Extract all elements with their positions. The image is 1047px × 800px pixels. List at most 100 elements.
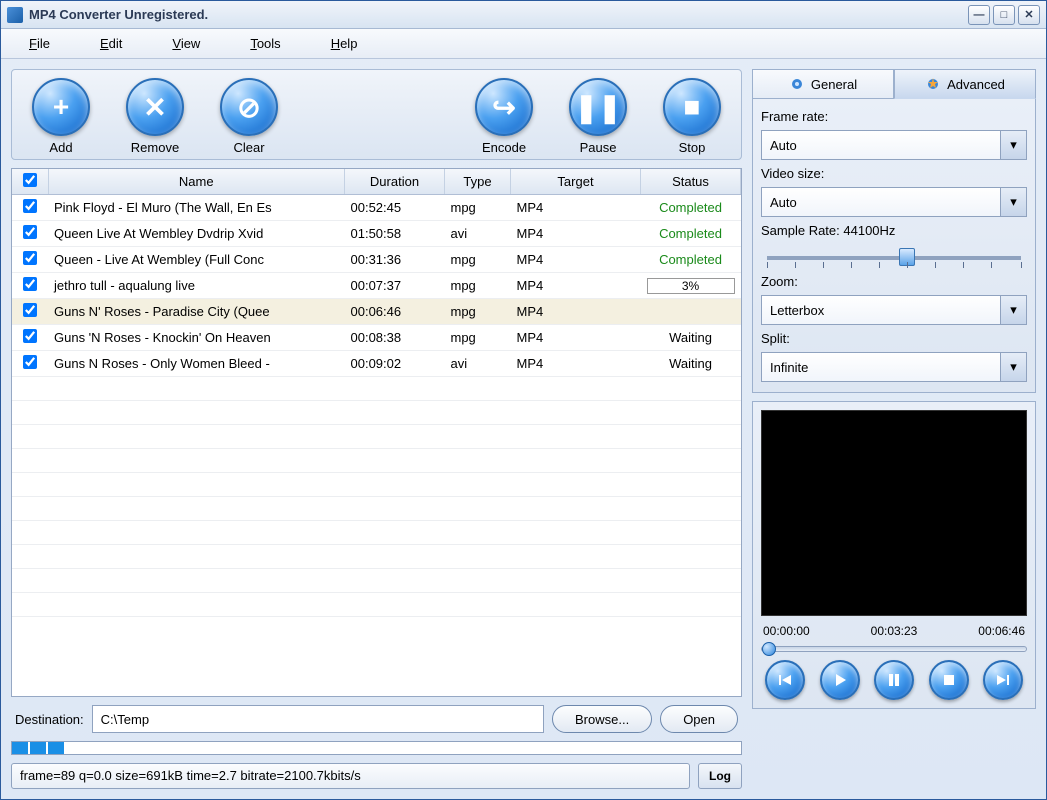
browse-button[interactable]: Browse... (552, 705, 652, 733)
row-checkbox[interactable] (23, 329, 37, 343)
clear-button[interactable]: ⊘ Clear (220, 78, 278, 155)
cell-type: mpg (445, 299, 511, 325)
zoom-select[interactable]: Letterbox ▾ (761, 295, 1027, 325)
cell-duration: 00:52:45 (345, 195, 445, 221)
next-button[interactable] (983, 660, 1023, 700)
video-size-label: Video size: (761, 166, 1027, 181)
tab-advanced-label: Advanced (947, 77, 1005, 92)
stop-player-button[interactable] (929, 660, 969, 700)
preview-panel: 00:00:00 00:03:23 00:06:46 (752, 401, 1036, 709)
chevron-down-icon: ▾ (1000, 353, 1026, 381)
cell-name: Queen Live At Wembley Dvdrip Xvid (48, 221, 345, 247)
x-icon: ✕ (126, 78, 184, 136)
prev-button[interactable] (765, 660, 805, 700)
seek-thumb[interactable] (762, 642, 776, 656)
split-select[interactable]: Infinite ▾ (761, 352, 1027, 382)
menubar: File Edit View Tools Help (1, 29, 1046, 59)
add-button[interactable]: + Add (32, 78, 90, 155)
frame-rate-select[interactable]: Auto ▾ (761, 130, 1027, 160)
cell-status: Completed (641, 247, 741, 273)
cell-status: Waiting (641, 351, 741, 377)
table-row-empty (12, 497, 741, 521)
table-row[interactable]: jethro tull - aqualung live 00:07:37 mpg… (12, 273, 741, 299)
menu-view[interactable]: View (172, 36, 200, 51)
open-button[interactable]: Open (660, 705, 738, 733)
content: + Add ✕ Remove ⊘ Clear ↪ (1, 59, 1046, 799)
menu-help[interactable]: Help (331, 36, 358, 51)
table-row[interactable]: Guns N' Roses - Paradise City (Quee 00:0… (12, 299, 741, 325)
cell-duration: 00:06:46 (345, 299, 445, 325)
row-checkbox[interactable] (23, 251, 37, 265)
table-row[interactable]: Guns N Roses - Only Women Bleed - 00:09:… (12, 351, 741, 377)
cell-target: MP4 (511, 195, 641, 221)
cell-name: Guns N' Roses - Paradise City (Quee (48, 299, 345, 325)
menu-edit[interactable]: Edit (100, 36, 122, 51)
col-status[interactable]: Status (641, 169, 741, 195)
toolbar: + Add ✕ Remove ⊘ Clear ↪ (11, 69, 742, 160)
cell-type: mpg (445, 195, 511, 221)
file-table: Name Duration Type Target Status Pink Fl… (11, 168, 742, 697)
table-row-empty (12, 473, 741, 497)
close-button[interactable]: ✕ (1018, 5, 1040, 25)
menu-file[interactable]: File (29, 36, 50, 51)
table-row-empty (12, 545, 741, 569)
table-row-empty (12, 569, 741, 593)
encode-button[interactable]: ↪ Encode (475, 78, 533, 155)
table-row-empty (12, 425, 741, 449)
table-row[interactable]: Guns 'N Roses - Knockin' On Heaven 00:08… (12, 325, 741, 351)
app-icon (7, 7, 23, 23)
zoom-value: Letterbox (770, 303, 824, 318)
video-size-select[interactable]: Auto ▾ (761, 187, 1027, 217)
col-type[interactable]: Type (445, 169, 511, 195)
cell-status: Completed (641, 221, 741, 247)
pause-icon: ❚❚ (569, 78, 627, 136)
encode-label: Encode (482, 140, 526, 155)
table-row-empty (12, 593, 741, 617)
cell-target: MP4 (511, 273, 641, 299)
split-value: Infinite (770, 360, 808, 375)
col-target[interactable]: Target (511, 169, 641, 195)
time-row: 00:00:00 00:03:23 00:06:46 (761, 624, 1027, 638)
cell-type: avi (445, 221, 511, 247)
row-checkbox[interactable] (23, 225, 37, 239)
cell-name: Queen - Live At Wembley (Full Conc (48, 247, 345, 273)
cell-target: MP4 (511, 299, 641, 325)
seek-bar[interactable] (761, 646, 1027, 652)
frame-rate-label: Frame rate: (761, 109, 1027, 124)
stop-button[interactable]: ■ Stop (663, 78, 721, 155)
header-checkbox[interactable] (23, 173, 37, 187)
table-row[interactable]: Queen - Live At Wembley (Full Conc 00:31… (12, 247, 741, 273)
minimize-button[interactable]: — (968, 5, 990, 25)
cell-duration: 00:07:37 (345, 273, 445, 299)
cell-duration: 01:50:58 (345, 221, 445, 247)
frame-rate-value: Auto (770, 138, 797, 153)
table-row[interactable]: Queen Live At Wembley Dvdrip Xvid 01:50:… (12, 221, 741, 247)
app-window: MP4 Converter Unregistered. — □ ✕ File E… (0, 0, 1047, 800)
destination-input[interactable] (92, 705, 544, 733)
row-checkbox[interactable] (23, 355, 37, 369)
remove-button[interactable]: ✕ Remove (126, 78, 184, 155)
menu-tools[interactable]: Tools (250, 36, 280, 51)
col-check[interactable] (12, 169, 48, 195)
tab-general[interactable]: General (752, 69, 894, 99)
pause-button[interactable]: ❚❚ Pause (569, 78, 627, 155)
sample-rate-slider[interactable] (767, 256, 1021, 260)
maximize-button[interactable]: □ (993, 5, 1015, 25)
pause-player-button[interactable] (874, 660, 914, 700)
tab-advanced[interactable]: Advanced (894, 69, 1036, 99)
row-checkbox[interactable] (23, 303, 37, 317)
chevron-down-icon: ▾ (1000, 131, 1026, 159)
gear-icon (789, 76, 805, 92)
col-duration[interactable]: Duration (345, 169, 445, 195)
cell-type: mpg (445, 273, 511, 299)
col-name[interactable]: Name (48, 169, 345, 195)
play-button[interactable] (820, 660, 860, 700)
right-panel: General Advanced Frame rate: Auto ▾ Vide… (752, 69, 1036, 789)
row-checkbox[interactable] (23, 277, 37, 291)
table-row[interactable]: Pink Floyd - El Muro (The Wall, En Es 00… (12, 195, 741, 221)
row-checkbox[interactable] (23, 199, 37, 213)
cell-type: avi (445, 351, 511, 377)
log-button[interactable]: Log (698, 763, 742, 789)
cell-status: Completed (641, 195, 741, 221)
tab-general-label: General (811, 77, 857, 92)
